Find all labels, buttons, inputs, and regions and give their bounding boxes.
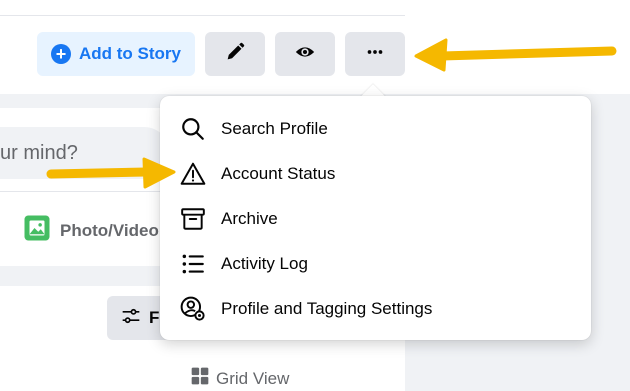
menu-item-search-profile[interactable]: Search Profile bbox=[160, 106, 591, 151]
grid-view-label: Grid View bbox=[216, 368, 290, 388]
add-to-story-label: Add to Story bbox=[79, 44, 181, 63]
menu-item-label: Activity Log bbox=[221, 253, 308, 273]
annotation-arrow-more-icon bbox=[414, 38, 617, 72]
sliders-icon bbox=[121, 306, 141, 331]
plus-icon: + bbox=[51, 44, 71, 64]
more-dots-icon bbox=[364, 41, 386, 68]
photo-icon bbox=[22, 213, 52, 248]
menu-item-activity-log[interactable]: Activity Log bbox=[160, 241, 591, 286]
header-divider bbox=[0, 15, 405, 16]
photo-video-label: Photo/Video bbox=[60, 220, 159, 240]
more-options-button[interactable] bbox=[345, 32, 405, 76]
more-options-menu: Search Profile Account Status Archive Ac… bbox=[160, 96, 591, 340]
grid-view-tab[interactable]: Grid View bbox=[190, 366, 289, 391]
add-to-story-button[interactable]: + Add to Story bbox=[37, 32, 195, 76]
menu-item-profile-tagging-settings[interactable]: Profile and Tagging Settings bbox=[160, 286, 591, 331]
menu-item-label: Account Status bbox=[221, 163, 336, 183]
menu-item-archive[interactable]: Archive bbox=[160, 196, 591, 241]
list-icon bbox=[178, 249, 208, 279]
profile-settings-icon bbox=[178, 294, 208, 324]
eye-icon bbox=[294, 41, 316, 68]
edit-profile-button[interactable] bbox=[205, 32, 265, 76]
annotation-arrow-account-status-icon bbox=[46, 157, 176, 189]
archive-icon bbox=[178, 204, 208, 234]
pencil-icon bbox=[224, 41, 246, 68]
search-icon bbox=[178, 114, 208, 144]
photo-video-button[interactable]: Photo/Video bbox=[22, 213, 159, 248]
warning-icon bbox=[178, 159, 208, 189]
view-as-button[interactable] bbox=[275, 32, 335, 76]
menu-item-label: Search Profile bbox=[221, 118, 328, 138]
menu-item-label: Archive bbox=[221, 208, 278, 228]
menu-item-account-status[interactable]: Account Status bbox=[160, 151, 591, 196]
menu-item-label: Profile and Tagging Settings bbox=[221, 298, 433, 318]
grid-icon bbox=[190, 366, 210, 391]
